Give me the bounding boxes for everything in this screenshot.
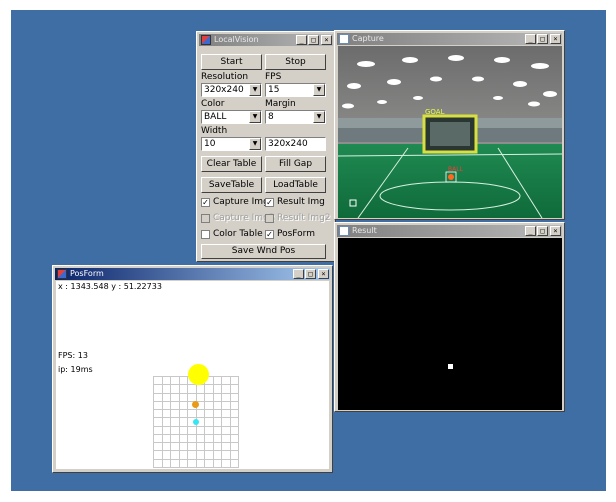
width-select[interactable]: 10 ▼	[201, 137, 262, 151]
camera-capture-image: GOAL BALL	[338, 46, 562, 218]
result-window: Result _ □ ×	[334, 222, 565, 412]
posform-window: PosForm _ □ × x : 1343.548 y : 51.22733 …	[52, 265, 333, 473]
load-table-button[interactable]: LoadTable	[265, 177, 326, 193]
app-icon	[201, 35, 211, 45]
capture-titlebar[interactable]: Capture _ □ ×	[337, 33, 562, 45]
color-label: Color	[201, 99, 225, 109]
close-button[interactable]: ×	[550, 226, 561, 236]
window-title: Capture	[352, 34, 384, 43]
chevron-down-icon: ▼	[313, 84, 325, 96]
position-readout: x : 1343.548 y : 51.22733	[58, 282, 162, 291]
minimize-button[interactable]: _	[525, 34, 536, 44]
width-label: Width	[201, 126, 228, 136]
app-icon	[57, 269, 67, 279]
maximize-button[interactable]: □	[537, 226, 548, 236]
result-img-checkbox[interactable]: ✓ Result Img	[265, 197, 327, 209]
color-select[interactable]: BALL ▼	[201, 110, 262, 124]
clear-table-button[interactable]: Clear Table	[201, 156, 262, 172]
window-title: PosForm	[70, 269, 104, 278]
minimize-button[interactable]: _	[293, 269, 304, 279]
chevron-down-icon: ▼	[249, 111, 261, 123]
yellow-ball-marker	[188, 364, 209, 385]
margin-label: Margin	[265, 99, 296, 109]
localvision-titlebar[interactable]: LocalVision _ □ ×	[199, 34, 333, 46]
result-img2-checkbox: Result Img2	[265, 213, 331, 225]
detected-ball-marker	[448, 364, 453, 369]
checkbox-empty-icon	[265, 214, 274, 223]
checkmark-icon: ✓	[265, 198, 274, 207]
ip-readout: ip: 19ms	[58, 365, 93, 374]
posform-canvas: x : 1343.548 y : 51.22733 FPS: 13 ip: 19…	[56, 281, 329, 469]
stop-button[interactable]: Stop	[265, 54, 326, 70]
orange-ball-marker	[192, 401, 199, 408]
resolution-select[interactable]: 320x240 ▼	[201, 83, 262, 97]
fps-select[interactable]: 15 ▼	[265, 83, 326, 97]
checkbox-empty-icon	[201, 230, 210, 239]
capture-img-checkbox[interactable]: ✓ Capture Img	[201, 197, 269, 209]
window-title: LocalVision	[214, 35, 259, 44]
localvision-window: LocalVision _ □ × Start Stop Resolution …	[196, 31, 336, 262]
posform-titlebar[interactable]: PosForm _ □ ×	[55, 268, 330, 280]
chevron-down-icon: ▼	[249, 138, 261, 150]
chevron-down-icon: ▼	[249, 84, 261, 96]
window-icon	[339, 226, 349, 236]
fps-label: FPS	[265, 72, 282, 82]
result-titlebar[interactable]: Result _ □ ×	[337, 225, 562, 237]
save-wnd-pos-button[interactable]: Save Wnd Pos	[201, 244, 326, 259]
window-title: Result	[352, 226, 377, 235]
close-button[interactable]: ×	[321, 35, 332, 45]
checkbox-empty-icon	[201, 214, 210, 223]
fill-gap-button[interactable]: Fill Gap	[265, 156, 326, 172]
window-icon	[339, 34, 349, 44]
save-table-button[interactable]: SaveTable	[201, 177, 262, 193]
maximize-button[interactable]: □	[537, 34, 548, 44]
chevron-down-icon: ▼	[313, 111, 325, 123]
size-field[interactable]: 320x240	[265, 137, 326, 151]
margin-select[interactable]: 8 ▼	[265, 110, 326, 124]
start-button[interactable]: Start	[201, 54, 262, 70]
minimize-button[interactable]: _	[525, 226, 536, 236]
maximize-button[interactable]: □	[305, 269, 316, 279]
minimize-button[interactable]: _	[296, 35, 307, 45]
resolution-label: Resolution	[201, 72, 249, 82]
result-image	[338, 238, 562, 410]
checkmark-icon: ✓	[201, 198, 210, 207]
cyan-ball-marker	[193, 419, 199, 425]
color-table-checkbox[interactable]: Color Table	[201, 229, 263, 241]
svg-text:GOAL: GOAL	[425, 108, 445, 116]
fps-readout: FPS: 13	[58, 351, 88, 360]
capture-img2-checkbox: Capture Img2	[201, 213, 275, 225]
capture-window: Capture _ □ × GOAL BALL	[334, 30, 565, 220]
maximize-button[interactable]: □	[308, 35, 319, 45]
close-button[interactable]: ×	[318, 269, 329, 279]
checkmark-icon: ✓	[265, 230, 274, 239]
posform-checkbox[interactable]: ✓ PosForm	[265, 229, 327, 241]
close-button[interactable]: ×	[550, 34, 561, 44]
